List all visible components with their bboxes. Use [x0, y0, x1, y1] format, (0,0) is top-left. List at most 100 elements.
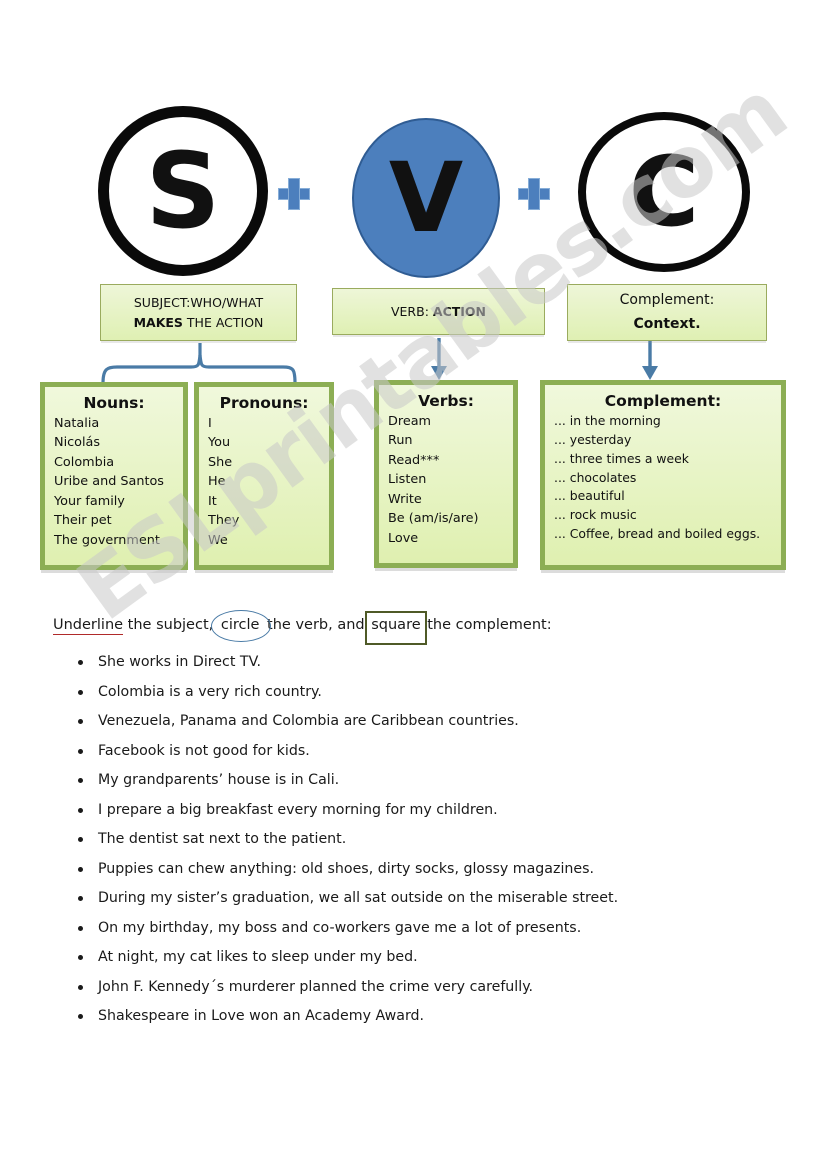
bullet-icon — [78, 719, 83, 725]
nouns-box: Nouns: Natalia Nicolás Colombia Uribe an… — [40, 382, 188, 570]
list-item: He — [208, 474, 226, 490]
sentence-text: Venezuela, Panama and Colombia are Carib… — [98, 713, 519, 729]
list-item: She works in Direct TV. — [62, 648, 782, 678]
connector-arrow-verb — [431, 338, 447, 380]
bullet-icon — [78, 984, 83, 990]
list-item: ... yesterday — [554, 431, 632, 447]
list-item: Your family — [54, 493, 125, 509]
list-item: ... beautiful — [554, 488, 625, 504]
complement-examples-box: Complement: ... in the morning ... yeste… — [540, 380, 786, 570]
bullet-icon — [78, 896, 83, 902]
nouns-box-title: Nouns: — [83, 394, 145, 412]
complement-circle: C — [578, 112, 750, 272]
bullet-icon — [78, 660, 83, 666]
bullet-icon — [78, 807, 83, 813]
exercise-instruction: Underline the subject, circle the verb, … — [53, 610, 552, 645]
subject-definition-line1: SUBJECT:WHO/WHAT — [133, 295, 264, 311]
instruction-segment-1: the subject, — [123, 617, 218, 633]
list-item: Run — [388, 433, 413, 449]
list-item: My grandparents’ house is in Cali. — [62, 766, 782, 796]
verb-definition-box: VERB: ACTION — [332, 288, 545, 335]
instruction-circle-word-wrap: circle — [210, 610, 271, 642]
nouns-list: Natalia Nicolás Colombia Uribe and Santo… — [45, 414, 183, 550]
instruction-segment-2: the verb, and — [262, 617, 370, 633]
verb-circle-letter: V — [388, 142, 464, 254]
list-item: Listen — [388, 472, 427, 488]
instruction-segment-3: the complement: — [422, 617, 552, 633]
list-item: Nicolás — [54, 435, 101, 451]
subject-circle: S — [98, 106, 268, 276]
complement-definition-line2: Context. — [633, 313, 700, 337]
list-item: ... chocolates — [554, 469, 637, 485]
sentence-text: Shakespeare in Love won an Academy Award… — [98, 1008, 425, 1024]
bullet-icon — [78, 778, 83, 784]
sentence-text: At night, my cat likes to sleep under my… — [98, 949, 418, 965]
bullet-icon — [78, 955, 83, 961]
list-item: Colombia — [54, 454, 115, 470]
verb-definition-line: VERB: ACTION — [391, 302, 486, 321]
list-item: ... Coffee, bread and boiled eggs. — [554, 526, 761, 542]
bullet-icon — [78, 689, 83, 695]
bullet-icon — [78, 837, 83, 843]
list-item: It — [208, 493, 217, 509]
subject-definition-box: SUBJECT:WHO/WHAT MAKES THE ACTION — [100, 284, 297, 341]
list-item: They — [208, 513, 240, 529]
list-item: Shakespeare in Love won an Academy Award… — [62, 1002, 782, 1032]
list-item: Read*** — [388, 452, 440, 468]
list-item: I prepare a big breakfast every morning … — [62, 796, 782, 826]
subject-definition-bold: MAKES — [133, 314, 183, 330]
list-item: Venezuela, Panama and Colombia are Carib… — [62, 707, 782, 737]
list-item: John F. Kennedy´s murderer planned the c… — [62, 973, 782, 1003]
plus-icon-2 — [518, 178, 550, 210]
pronouns-box: Pronouns: I You She He It They We — [194, 382, 334, 570]
instruction-circle-word: circle — [220, 617, 260, 633]
complement-examples-list: ... in the morning ... yesterday ... thr… — [545, 412, 781, 544]
complement-circle-letter: C — [628, 136, 700, 248]
verb-circle: V — [352, 118, 500, 278]
sentence-text: Colombia is a very rich country. — [98, 683, 322, 700]
list-item: You — [208, 435, 231, 451]
verb-definition-plain: VERB: — [390, 303, 433, 319]
connector-arrow-complement — [642, 338, 658, 380]
list-item: ... rock music — [554, 507, 637, 523]
sentence-text: During my sister’s graduation, we all sa… — [98, 890, 619, 906]
subject-circle-letter: S — [145, 130, 221, 252]
connector-brace-subject — [101, 343, 297, 385]
list-item: She — [208, 454, 233, 470]
pronouns-box-title: Pronouns: — [219, 394, 309, 412]
subject-definition-line2: MAKES THE ACTION — [134, 313, 264, 332]
complement-examples-title: Complement: — [604, 392, 722, 410]
sentence-text: My grandparents’ house is in Cali. — [98, 772, 340, 788]
bullet-icon — [78, 748, 83, 754]
bullet-icon — [78, 925, 83, 931]
list-item: We — [208, 532, 228, 548]
list-item: Be (am/is/are) — [388, 511, 479, 527]
complement-definition-box: Complement: Context. — [567, 284, 767, 341]
sentence-text: Puppies can chew anything: old shoes, di… — [98, 860, 595, 877]
exercise-sentence-list: She works in Direct TV. Colombia is a ve… — [62, 648, 782, 1032]
subject-definition-rest: THE ACTION — [182, 314, 264, 330]
list-item: On my birthday, my boss and co-workers g… — [62, 914, 782, 944]
instruction-underline-word: Underline — [53, 617, 124, 635]
list-item: Love — [388, 530, 419, 546]
verbs-box-title: Verbs: — [418, 392, 474, 410]
sentence-text: I prepare a big breakfast every morning … — [98, 801, 498, 818]
verb-definition-bold: ACTION — [432, 303, 487, 319]
verbs-box: Verbs: Dream Run Read*** Listen Write Be… — [374, 380, 518, 568]
complement-definition-bold: Context. — [633, 315, 701, 332]
sentence-text: Facebook is not good for kids. — [98, 742, 310, 759]
sentence-text: The dentist sat next to the patient. — [98, 831, 347, 847]
list-item: Puppies can chew anything: old shoes, di… — [62, 855, 782, 885]
verbs-list: Dream Run Read*** Listen Write Be (am/is… — [379, 412, 513, 548]
bullet-icon — [78, 1014, 83, 1020]
sentence-text: On my birthday, my boss and co-workers g… — [98, 919, 582, 936]
list-item: Write — [388, 491, 422, 507]
complement-definition-line1: Complement: — [619, 291, 715, 308]
list-item: At night, my cat likes to sleep under my… — [62, 943, 782, 973]
worksheet-page: ESLprintables.com S V C SUBJECT:WHO/WHAT… — [0, 0, 826, 1169]
list-item: The dentist sat next to the patient. — [62, 825, 782, 855]
pronouns-list: I You She He It They We — [199, 414, 329, 550]
bullet-icon — [78, 866, 83, 872]
instruction-square-word: square — [371, 617, 421, 633]
list-item: During my sister’s graduation, we all sa… — [62, 884, 782, 914]
